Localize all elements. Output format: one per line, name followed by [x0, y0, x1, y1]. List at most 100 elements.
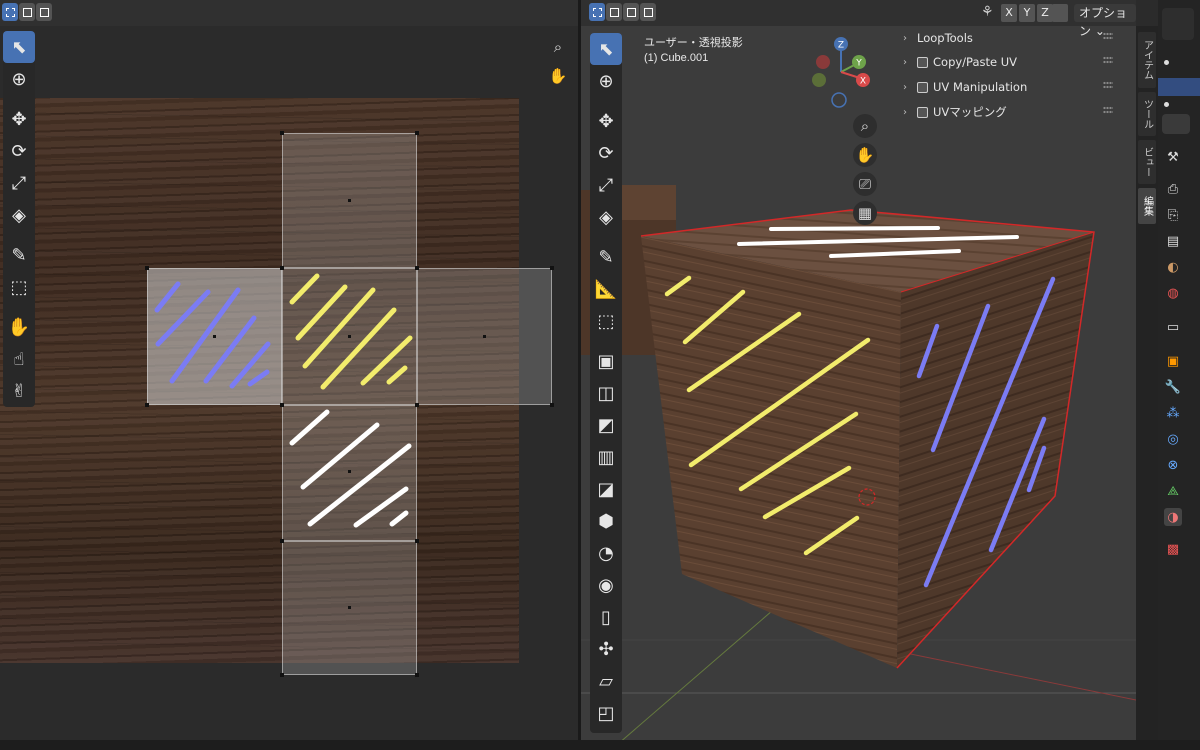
measure-icon: 📐 [594, 278, 618, 300]
poly-build-icon: ⬢ [598, 510, 614, 532]
snap-toggle-icon[interactable] [1052, 4, 1068, 22]
chevron-right-icon: › [903, 32, 907, 44]
view-layer-icon[interactable]: ▤ [1164, 232, 1182, 250]
tab-view[interactable]: ビュー [1138, 140, 1156, 184]
poly-build-tool[interactable]: ⬢ [590, 505, 622, 537]
shrink-tool[interactable]: ✣ [590, 633, 622, 665]
butterfly-icon[interactable]: ⚘ [981, 4, 994, 20]
measure-tool[interactable]: 📐 [590, 273, 622, 305]
select-box-tool[interactable]: ⬉ [590, 33, 622, 65]
material-icon[interactable]: ◑ [1164, 508, 1182, 526]
gizmo-y-label: Y [855, 59, 862, 69]
vertex-select-button[interactable] [589, 3, 605, 21]
spin-tool[interactable]: ◔ [590, 537, 622, 569]
gizmo-neg-y [812, 73, 826, 87]
white-strokes [289, 409, 412, 528]
addon-icon [917, 106, 928, 118]
addon-icon [917, 81, 928, 93]
outliner-selected-row[interactable] [1158, 78, 1200, 96]
cursor-tool[interactable]: ⊕ [3, 63, 35, 95]
xray-toggle-button[interactable] [640, 3, 656, 21]
smooth-tool[interactable]: ◉ [590, 569, 622, 601]
face-select-button[interactable] [623, 3, 639, 21]
transform-tool[interactable]: ◈ [590, 201, 622, 233]
mirror-z-toggle[interactable]: Z [1037, 4, 1053, 22]
zoom-button[interactable]: ⌕ [853, 114, 877, 138]
output-icon[interactable]: ⎘ [1164, 206, 1182, 224]
cursor-icon: ⊕ [598, 70, 614, 92]
data-icon[interactable]: ⟁ [1164, 482, 1182, 500]
render-icon[interactable]: ⎙ [1164, 180, 1182, 198]
object-icon[interactable]: ▣ [1164, 352, 1182, 370]
panel-label: UV Manipulation [933, 80, 1028, 94]
pan-button[interactable]: ✋ [853, 143, 877, 167]
grab-tool[interactable]: ✋ [3, 311, 35, 343]
viewport-toolbar: ⬉ ⊕ ✥ ⟳ ⤢ ◈ ✎ 📐 ⬚ ▣ ◫ ◩ ▥ ◪ ⬢ ◔ ◉ ▯ ✣ ▱ … [590, 33, 622, 733]
pan-button[interactable]: ✋ [546, 64, 570, 88]
tab-tool[interactable]: ツール [1138, 92, 1156, 136]
shrink-icon: ✣ [598, 638, 614, 660]
bevel-tool[interactable]: ◩ [590, 409, 622, 441]
panel-copy-paste-uv[interactable]: › Copy/Paste UV [903, 51, 1117, 73]
shear-tool[interactable]: ▱ [590, 665, 622, 697]
modifier-icon[interactable]: 🔧 [1164, 378, 1182, 396]
loop-cut-tool[interactable]: ▥ [590, 441, 622, 473]
collection-icon[interactable]: ▭ [1164, 318, 1182, 336]
rip-tool[interactable]: ⬚ [3, 271, 35, 303]
camera-view-button[interactable]: ⎚ [853, 172, 877, 196]
move-tool[interactable]: ✥ [3, 103, 35, 135]
outliner-collapsed[interactable] [1162, 8, 1194, 40]
axis-gizmo-graphic: Z Y X [812, 37, 870, 108]
panel-label: LoopTools [917, 31, 973, 45]
knife-tool[interactable]: ◪ [590, 473, 622, 505]
rotate-icon: ⟳ [11, 140, 27, 162]
add-cube-tool[interactable]: ⬚ [590, 305, 622, 337]
tab-item[interactable]: アイテム [1138, 32, 1156, 88]
inset-tool[interactable]: ◫ [590, 377, 622, 409]
edge-slide-tool[interactable]: ▯ [590, 601, 622, 633]
extrude-tool[interactable]: ▣ [590, 345, 622, 377]
panel-label: Copy/Paste UV [933, 55, 1018, 69]
cursor-tool[interactable]: ⊕ [590, 65, 622, 97]
annotate-tool[interactable]: ✎ [590, 241, 622, 273]
tool-settings-icon[interactable]: ⚒ [1164, 148, 1182, 166]
axis-gizmo[interactable]: Z Y X [806, 35, 876, 110]
panel-uv-mapping[interactable]: › UVマッピング [903, 101, 1117, 123]
edge-select-button[interactable] [606, 3, 622, 21]
move-tool[interactable]: ✥ [590, 105, 622, 137]
rotate-tool[interactable]: ⟳ [590, 137, 622, 169]
mirror-x-toggle[interactable]: X [1001, 4, 1017, 22]
scene-icon[interactable]: ◐ [1164, 258, 1182, 276]
yellow-stroke [386, 365, 408, 385]
physics-icon[interactable]: ◎ [1164, 430, 1182, 448]
relax-tool[interactable]: ☝ [3, 343, 35, 375]
zoom-button[interactable]: ⌕ [546, 35, 570, 59]
select-box-tool[interactable]: ⬉ [3, 31, 35, 63]
texture-icon[interactable]: ▩ [1164, 540, 1182, 558]
panel-uv-manipulation[interactable]: › UV Manipulation [903, 76, 1117, 98]
annotate-tool[interactable]: ✎ [3, 239, 35, 271]
drag-handle-icon[interactable] [1103, 106, 1113, 114]
tab-edit[interactable]: 編集 [1138, 188, 1156, 224]
options-dropdown[interactable]: オプション ⌄ [1074, 4, 1136, 38]
constraint-icon[interactable]: ⊗ [1164, 456, 1182, 474]
world-icon[interactable]: ◍ [1164, 284, 1182, 302]
drag-handle-icon[interactable] [1103, 81, 1113, 89]
blue-stroke [169, 287, 241, 384]
drag-handle-icon[interactable] [1103, 56, 1113, 64]
rotate-tool[interactable]: ⟳ [3, 135, 35, 167]
face-select-icon [626, 7, 636, 17]
particles-icon[interactable]: ⁂ [1164, 404, 1182, 422]
transform-tool[interactable]: ◈ [3, 199, 35, 231]
ortho-toggle-button[interactable]: ▦ [853, 201, 877, 225]
scale-tool[interactable]: ⤢ [3, 167, 35, 199]
mirror-y-toggle[interactable]: Y [1019, 4, 1035, 22]
viewport-header: ⚘ X Y Z オプション ⌄ [581, 0, 1136, 38]
rip-region-tool[interactable]: ◰ [590, 697, 622, 729]
blue-stroke [247, 369, 270, 387]
scale-tool[interactable]: ⤢ [590, 169, 622, 201]
vp-select-modes [589, 3, 656, 21]
editor-type-button[interactable] [1162, 114, 1190, 134]
transform-icon: ◈ [12, 204, 26, 226]
pinch-tool[interactable]: ✌ [3, 375, 35, 407]
